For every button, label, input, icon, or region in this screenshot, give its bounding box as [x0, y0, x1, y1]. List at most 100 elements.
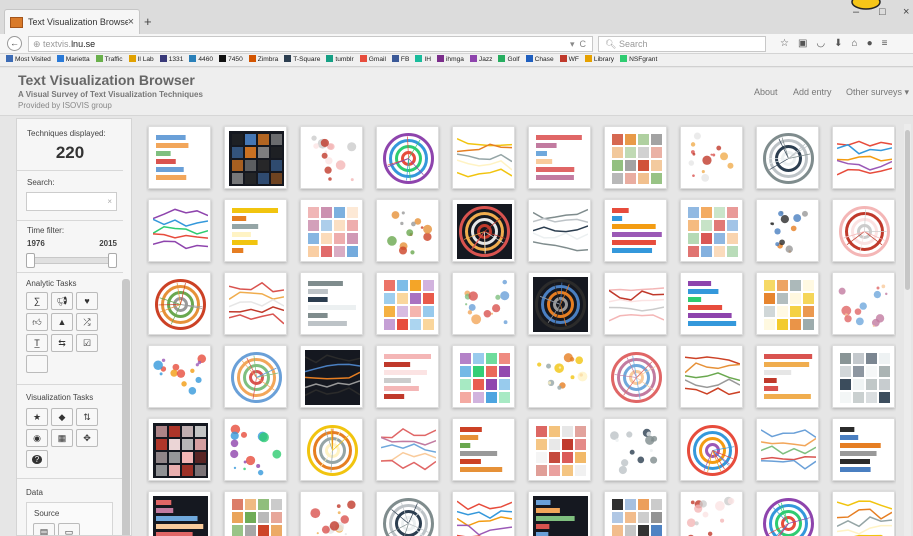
- bookmark-item[interactable]: Jazz: [469, 55, 492, 63]
- bookmark-item[interactable]: Golf: [498, 55, 520, 63]
- clear-icon[interactable]: ×: [107, 197, 112, 206]
- technique-thumbnail[interactable]: [376, 126, 439, 189]
- technique-thumbnail[interactable]: [224, 126, 287, 189]
- technique-thumbnail[interactable]: [528, 126, 591, 189]
- technique-thumbnail[interactable]: [680, 272, 743, 335]
- technique-thumbnail[interactable]: [832, 272, 895, 335]
- bookmark-item[interactable]: Most Visited: [6, 55, 51, 63]
- time-slider[interactable]: [26, 253, 117, 268]
- checkbox-filter-button[interactable]: ☑: [76, 334, 98, 352]
- technique-thumbnail[interactable]: [224, 418, 287, 481]
- browser-search-input[interactable]: 🔍︎ Search: [598, 36, 766, 52]
- question-filter-button[interactable]: ?: [26, 450, 48, 468]
- bookmark-item[interactable]: WF: [559, 55, 579, 63]
- tag-filter-button[interactable]: ◆: [51, 408, 73, 426]
- technique-thumbnail[interactable]: [376, 199, 439, 262]
- technique-thumbnail[interactable]: [300, 491, 363, 536]
- clipboard-icon[interactable]: ▣: [798, 38, 816, 49]
- technique-thumbnail[interactable]: [680, 491, 743, 536]
- browser-tab[interactable]: Text Visualization Browser ×: [4, 9, 140, 34]
- sort-filter-button[interactable]: ⇅: [76, 408, 98, 426]
- technique-thumbnail[interactable]: [832, 199, 895, 262]
- bookmark-item[interactable]: NSFgrant: [620, 55, 657, 63]
- technique-thumbnail[interactable]: [300, 126, 363, 189]
- search-input[interactable]: ×: [26, 192, 117, 211]
- slider-handle-end[interactable]: [108, 253, 117, 268]
- page-scrollbar[interactable]: [904, 124, 911, 536]
- eye-filter-button[interactable]: ◉: [26, 429, 48, 447]
- warning-filter-button[interactable]: ▲: [51, 313, 73, 331]
- technique-thumbnail[interactable]: [224, 199, 287, 262]
- technique-thumbnail[interactable]: [680, 126, 743, 189]
- slider-handle-start[interactable]: [26, 253, 35, 268]
- technique-thumbnail[interactable]: [604, 199, 667, 262]
- technique-thumbnail[interactable]: [148, 345, 211, 408]
- bookmark-item[interactable]: Il Lab: [128, 55, 154, 63]
- technique-thumbnail[interactable]: [148, 199, 211, 262]
- technique-thumbnail[interactable]: [452, 418, 515, 481]
- bookmark-item[interactable]: 7450: [219, 55, 243, 63]
- bookmark-item[interactable]: Traffic: [95, 55, 123, 63]
- technique-thumbnail[interactable]: [452, 272, 515, 335]
- shuffle-filter-button[interactable]: ⤮: [76, 313, 98, 331]
- megaphone-filter-button[interactable]: 📢︎: [51, 292, 73, 310]
- technique-thumbnail[interactable]: [452, 199, 515, 262]
- bookmark-item[interactable]: 4460: [189, 55, 213, 63]
- technique-thumbnail[interactable]: [756, 418, 819, 481]
- document-filter-button[interactable]: ▤: [33, 523, 55, 535]
- star-bookmark-icon[interactable]: ☆: [780, 38, 798, 49]
- technique-thumbnail[interactable]: [300, 418, 363, 481]
- technique-thumbnail[interactable]: [148, 418, 211, 481]
- technique-thumbnail[interactable]: [832, 418, 895, 481]
- technique-thumbnail[interactable]: [376, 491, 439, 536]
- technique-thumbnail[interactable]: [300, 272, 363, 335]
- nav-other-surveys[interactable]: Other surveys ▾: [846, 87, 909, 98]
- technique-thumbnail[interactable]: [452, 491, 515, 536]
- url-bar[interactable]: ⊕ textvis.lnu.se ▾ C: [28, 36, 593, 52]
- menu-icon[interactable]: ≡: [882, 38, 897, 49]
- technique-thumbnail[interactable]: [224, 345, 287, 408]
- move-filter-button[interactable]: ✥: [76, 429, 98, 447]
- technique-thumbnail[interactable]: [832, 491, 895, 536]
- technique-thumbnail[interactable]: [148, 272, 211, 335]
- technique-thumbnail[interactable]: [756, 491, 819, 536]
- technique-thumbnail[interactable]: [528, 345, 591, 408]
- extension-icon[interactable]: ●: [867, 38, 882, 49]
- bookmark-item[interactable]: Marietta: [56, 55, 90, 63]
- technique-thumbnail[interactable]: [224, 272, 287, 335]
- technique-thumbnail[interactable]: [604, 418, 667, 481]
- home-icon[interactable]: ⌂: [852, 38, 867, 49]
- technique-thumbnail[interactable]: [528, 272, 591, 335]
- bookmark-item[interactable]: 1331: [159, 55, 183, 63]
- site-title[interactable]: Text Visualization Browser: [18, 72, 195, 88]
- bookmark-item[interactable]: Zimbra: [248, 55, 278, 63]
- bookmark-item[interactable]: Gmail: [359, 55, 386, 63]
- blank-filter-button[interactable]: [26, 355, 48, 373]
- bookmark-item[interactable]: Library: [584, 55, 614, 63]
- technique-thumbnail[interactable]: [756, 272, 819, 335]
- technique-thumbnail[interactable]: [604, 272, 667, 335]
- pocket-icon[interactable]: ◡: [816, 38, 834, 49]
- technique-thumbnail[interactable]: [680, 199, 743, 262]
- technique-thumbnail[interactable]: [680, 418, 743, 481]
- text-underline-filter-button[interactable]: T̲: [26, 334, 48, 352]
- technique-thumbnail[interactable]: [452, 345, 515, 408]
- window-maximize-button[interactable]: □: [879, 6, 886, 18]
- reload-icon[interactable]: ▾ C: [570, 37, 586, 51]
- technique-thumbnail[interactable]: [376, 272, 439, 335]
- technique-thumbnail[interactable]: [832, 126, 895, 189]
- technique-thumbnail[interactable]: [756, 345, 819, 408]
- thumbs-up-filter-button[interactable]: 👍︎: [26, 313, 48, 331]
- technique-thumbnail[interactable]: [300, 345, 363, 408]
- technique-thumbnail[interactable]: [452, 126, 515, 189]
- technique-thumbnail[interactable]: [528, 199, 591, 262]
- star-filter-button[interactable]: ★: [26, 408, 48, 426]
- bookmark-item[interactable]: tumblr: [326, 55, 354, 63]
- nav-add-entry[interactable]: Add entry: [793, 87, 832, 97]
- technique-thumbnail[interactable]: [680, 345, 743, 408]
- technique-thumbnail[interactable]: [300, 199, 363, 262]
- nav-about[interactable]: About: [754, 87, 778, 97]
- sigma-filter-button[interactable]: ∑: [26, 292, 48, 310]
- back-button[interactable]: ←: [7, 36, 22, 51]
- technique-thumbnail[interactable]: [528, 418, 591, 481]
